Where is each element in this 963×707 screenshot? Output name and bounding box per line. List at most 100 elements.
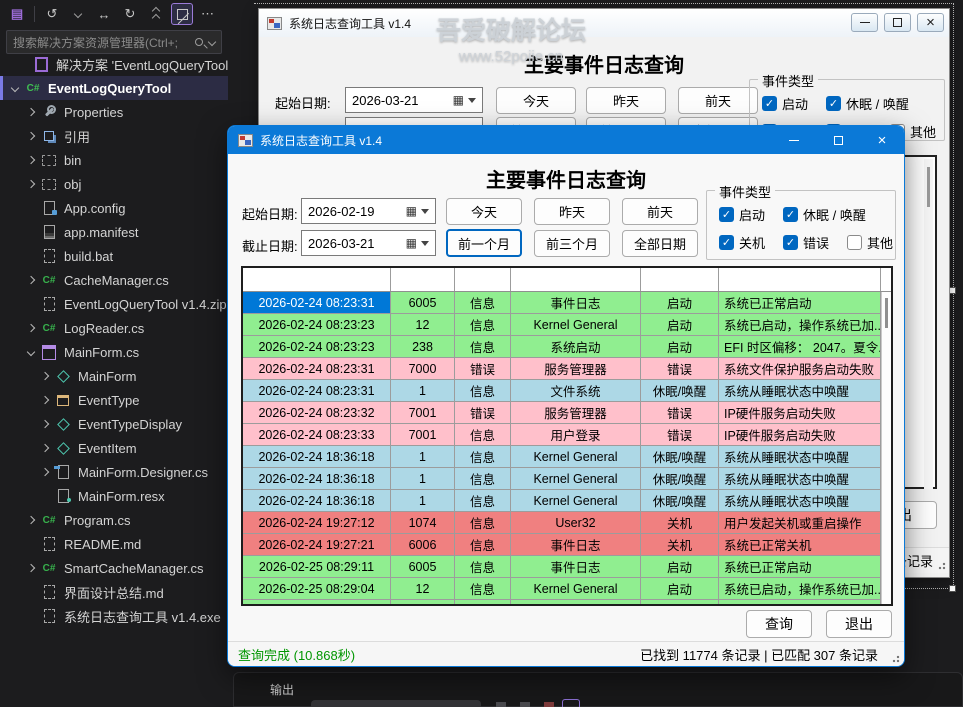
preview-selected-items-icon[interactable] xyxy=(171,3,193,25)
table-row[interactable]: 2026-02-24 08:23:31 6005 信息 事件日志 启动 系统已正… xyxy=(243,292,891,314)
cell-event-id[interactable]: 238 xyxy=(391,336,455,357)
cell-type[interactable]: 启动 xyxy=(641,336,719,357)
table-row[interactable]: 2026-02-24 08:23:23 12 信息 Kernel General… xyxy=(243,314,891,336)
checkbox-icon[interactable] xyxy=(783,207,798,222)
today-button[interactable]: 今天 xyxy=(496,87,576,114)
cell-time[interactable]: 2026-02-24 19:27:21 xyxy=(243,534,391,555)
search-options-chevron-icon[interactable] xyxy=(208,38,216,46)
tree-expander-icon[interactable] xyxy=(27,132,35,140)
tree-expander-icon[interactable] xyxy=(41,444,49,452)
cell-event-id[interactable]: 6005 xyxy=(391,556,455,577)
cell-level[interactable]: 信息 xyxy=(455,468,511,489)
cell-level[interactable]: 信息 xyxy=(455,600,511,606)
cell-description[interactable]: 系统已正常启动 xyxy=(719,556,881,577)
output-icon-1[interactable] xyxy=(496,702,506,707)
cell-event-id[interactable]: 6005 xyxy=(391,292,455,313)
cell-event-id[interactable]: 1 xyxy=(391,380,455,401)
cell-time[interactable]: 2026-02-25 08:29:04 xyxy=(243,600,391,606)
tree-item[interactable]: 解决方案 'EventLogQueryTool' ( xyxy=(0,52,228,76)
cell-type[interactable]: 关机 xyxy=(641,512,719,533)
cell-description[interactable]: 系统已正常启动 xyxy=(719,292,881,313)
prev-3-months-button[interactable]: 前三个月 xyxy=(534,230,610,257)
cell-level[interactable]: 信息 xyxy=(455,424,511,445)
output-icon-2[interactable] xyxy=(520,702,530,707)
day-before-button[interactable]: 前天 xyxy=(622,198,698,225)
cell-type[interactable]: 错误 xyxy=(641,424,719,445)
cell-level[interactable]: 信息 xyxy=(455,490,511,511)
table-row[interactable]: 2026-02-24 19:27:21 6006 信息 事件日志 关机 系统已正… xyxy=(243,534,891,556)
tree-expander-icon[interactable] xyxy=(41,468,49,476)
resize-grip[interactable] xyxy=(890,653,900,663)
cell-source[interactable]: 文件系统 xyxy=(511,380,641,401)
close-button[interactable]: × xyxy=(917,13,944,32)
column-header[interactable] xyxy=(641,268,719,291)
cell-type[interactable]: 休眠/唤醒 xyxy=(641,446,719,467)
dropdown-arrow-icon[interactable] xyxy=(421,241,429,246)
checkbox-icon[interactable] xyxy=(762,96,777,111)
tree-expander-icon[interactable] xyxy=(27,564,35,572)
checkbox-icon[interactable] xyxy=(719,235,734,250)
designer-resize-handle-right[interactable] xyxy=(949,287,956,294)
tree-item[interactable]: 系统日志查询工具 v1.4.exe xyxy=(0,604,228,628)
cell-level[interactable]: 错误 xyxy=(455,358,511,379)
tree-item[interactable]: MainForm xyxy=(0,364,228,388)
cell-source[interactable]: 系统启动 xyxy=(511,336,641,357)
table-row[interactable]: 2026-02-24 08:23:23 238 信息 系统启动 启动 EFI 时… xyxy=(243,336,891,358)
cell-source[interactable]: Kernel General xyxy=(511,468,641,489)
dropdown-arrow-icon[interactable] xyxy=(421,209,429,214)
cell-source[interactable]: Kernel General xyxy=(511,490,641,511)
tree-item[interactable]: MainForm.cs xyxy=(0,340,228,364)
table-row[interactable]: 2026-02-24 08:23:31 1 信息 文件系统 休眠/唤醒 系统从睡… xyxy=(243,380,891,402)
cell-source[interactable]: 事件日志 xyxy=(511,534,641,555)
tree-item[interactable]: EventTypeDisplay xyxy=(0,412,228,436)
column-header[interactable] xyxy=(719,268,881,291)
tree-expander-icon[interactable] xyxy=(41,396,49,404)
table-row[interactable]: 2026-02-24 08:23:33 7001 信息 用户登录 错误 IP硬件… xyxy=(243,424,891,446)
event-type-checkbox[interactable]: 休眠 / 唤醒 xyxy=(783,205,866,224)
tree-expander-icon[interactable] xyxy=(27,156,35,164)
cell-type[interactable]: 休眠/唤醒 xyxy=(641,468,719,489)
cell-source[interactable]: 事件日志 xyxy=(511,556,641,577)
table-row[interactable]: 2026-02-24 18:36:18 1 信息 Kernel General … xyxy=(243,490,891,512)
table-row[interactable]: 2026-02-25 08:29:11 6005 信息 事件日志 启动 系统已正… xyxy=(243,556,891,578)
cell-event-id[interactable]: 1 xyxy=(391,446,455,467)
checkbox-icon[interactable] xyxy=(719,207,734,222)
event-type-checkbox[interactable]: 启动 xyxy=(762,94,808,113)
checkbox-icon[interactable] xyxy=(783,235,798,250)
designer-resize-handle-corner[interactable] xyxy=(949,585,956,592)
cell-level[interactable]: 错误 xyxy=(455,402,511,423)
solution-explorer-search[interactable]: 搜索解决方案资源管理器(Ctrl+; xyxy=(6,30,222,54)
start-date-picker[interactable]: 2026-03-21 ▦ xyxy=(345,87,483,113)
cell-time[interactable]: 2026-02-24 08:23:31 xyxy=(243,380,391,401)
dropdown-arrow-icon[interactable] xyxy=(468,98,476,103)
cell-time[interactable]: 2026-02-24 18:36:18 xyxy=(243,468,391,489)
tree-item[interactable]: obj xyxy=(0,172,228,196)
event-type-checkbox[interactable]: 启动 xyxy=(719,205,765,224)
cell-time[interactable]: 2026-02-24 08:23:23 xyxy=(243,336,391,357)
event-type-checkbox[interactable]: 其他 xyxy=(847,233,893,252)
all-dates-button[interactable]: 全部日期 xyxy=(622,230,698,257)
cell-event-id[interactable]: 238 xyxy=(391,600,455,606)
cell-type[interactable]: 错误 xyxy=(641,402,719,423)
cell-type[interactable]: 休眠/唤醒 xyxy=(641,490,719,511)
cell-level[interactable]: 信息 xyxy=(455,446,511,467)
yesterday-button[interactable]: 昨天 xyxy=(534,198,610,225)
tree-item[interactable]: bin xyxy=(0,148,228,172)
cell-description[interactable]: EFI 时区偏移： 2047。夏令... xyxy=(719,600,881,606)
column-header[interactable] xyxy=(243,268,391,291)
cell-level[interactable]: 信息 xyxy=(455,534,511,555)
cell-source[interactable]: 系统启动 xyxy=(511,600,641,606)
tree-item[interactable]: MainForm.Designer.cs xyxy=(0,460,228,484)
cell-source[interactable]: Kernel General xyxy=(511,314,641,335)
maximize-button[interactable] xyxy=(884,13,911,32)
close-button[interactable]: × xyxy=(860,126,904,154)
tree-expander-icon[interactable] xyxy=(27,324,35,332)
cell-type[interactable]: 启动 xyxy=(641,314,719,335)
maximize-button[interactable] xyxy=(816,126,860,154)
cell-type[interactable]: 启动 xyxy=(641,292,719,313)
cell-source[interactable]: 服务管理器 xyxy=(511,402,641,423)
cell-time[interactable]: 2026-02-24 19:27:12 xyxy=(243,512,391,533)
event-type-checkbox[interactable]: 关机 xyxy=(719,233,765,252)
search-icon[interactable] xyxy=(195,38,203,46)
cell-time[interactable]: 2026-02-24 18:36:18 xyxy=(243,490,391,511)
